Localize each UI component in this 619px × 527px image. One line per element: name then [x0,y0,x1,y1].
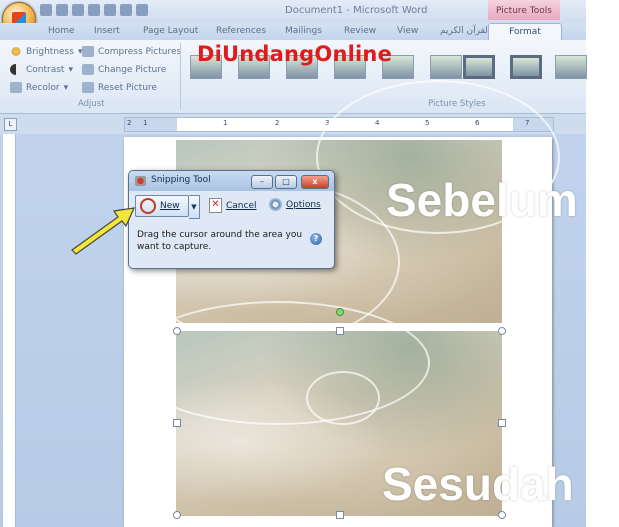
before-label: Sebelum [386,174,578,226]
new-label: New [160,201,180,211]
picture-style-9[interactable] [555,55,587,79]
new-dropdown-button[interactable]: ▼ [189,195,200,219]
window-title: Document1 - Microsoft Word [285,5,428,16]
snipping-tool-titlebar[interactable]: Snipping Tool – □ x [129,171,334,191]
picture-style-8[interactable] [510,55,542,79]
tab-view[interactable]: View [397,26,418,36]
change-picture-icon [82,64,94,75]
cancel-icon: ✕ [209,198,222,213]
tab-selector[interactable]: L [4,118,17,131]
resize-handle[interactable] [173,327,181,335]
tab-references[interactable]: References [216,26,266,36]
minimize-button[interactable]: – [251,175,273,189]
options-label: Options [286,199,321,210]
ruler-margin-left [125,118,177,131]
reset-picture-button[interactable]: Reset Picture [82,82,157,93]
chevron-down-icon: ▼ [191,203,197,211]
resize-handle[interactable] [336,327,344,335]
tab-insert[interactable]: Insert [94,26,120,36]
adjust-group-label: Adjust [78,99,105,109]
compress-pictures-button[interactable]: Compress Pictures [82,46,181,57]
tab-home[interactable]: Home [48,26,75,36]
contrast-button[interactable]: Contrast ▾ [10,64,73,75]
brightness-button[interactable]: Brightness ▾ [10,46,82,57]
resize-handle[interactable] [498,419,506,427]
picture-style-6[interactable] [430,55,462,79]
compress-icon [82,46,94,57]
shell-shape [306,371,380,425]
cancel-label: Cancel [226,200,257,211]
recolor-label: Recolor [26,82,60,93]
print-preview-icon[interactable] [104,4,116,16]
recolor-button[interactable]: Recolor ▾ [10,82,68,93]
tab-review[interactable]: Review [344,26,376,36]
brand-watermark: DiUndangOnline [197,42,393,66]
ruler-number: 1 [143,119,148,127]
ribbon-tabs: Home Insert Page Layout References Maili… [0,23,586,41]
new-snip-button[interactable]: New [135,195,189,217]
snipping-tool-icon [135,176,146,186]
gear-icon [269,198,282,211]
vertical-ruler[interactable] [3,134,16,527]
cancel-button[interactable]: ✕ Cancel [209,198,257,213]
save-icon[interactable] [40,4,52,16]
tab-page-layout[interactable]: Page Layout [143,26,198,36]
reset-picture-icon [82,82,94,93]
wave-shape [126,301,430,425]
options-button[interactable]: Options [269,198,321,211]
maximize-button[interactable]: □ [275,175,297,189]
ruler-number: 1 [223,119,228,127]
snipping-tool-title: Snipping Tool [151,175,211,185]
picture-tools-header: Picture Tools [488,0,560,20]
snipping-tool-window: Snipping Tool – □ x New ▼ ✕ Cancel Optio… [128,170,335,269]
resize-handle[interactable] [498,511,506,519]
chevron-down-icon: ▾ [68,64,73,75]
compress-label: Compress Pictures [98,46,182,57]
redo-icon[interactable] [72,4,84,16]
ruler-number: 2 [275,119,280,127]
resize-handle[interactable] [336,511,344,519]
resize-handle[interactable] [173,511,181,519]
contrast-label: Contrast [26,64,65,75]
resize-handle[interactable] [498,327,506,335]
resize-handle[interactable] [173,419,181,427]
snipping-toolbar: New ▼ ✕ Cancel Options [133,194,328,220]
open-icon[interactable] [88,4,100,16]
recolor-icon [10,82,22,93]
rotation-handle[interactable] [336,308,344,316]
brightness-label: Brightness [26,46,74,57]
ruler-number: 2 [127,119,132,127]
contrast-icon [10,64,22,75]
quick-access-toolbar [40,4,148,19]
undo-icon[interactable] [56,4,68,16]
pointer-arrow-icon [71,207,135,255]
chevron-down-icon: ▾ [63,82,69,93]
tab-quran[interactable]: القرآن الكريم [440,26,490,36]
brightness-icon [10,46,22,57]
picture-style-7[interactable] [463,55,495,79]
new-document-icon[interactable] [120,4,132,16]
spelling-icon[interactable] [136,4,148,16]
change-picture-label: Change Picture [98,64,167,75]
tab-mailings[interactable]: Mailings [285,26,322,36]
after-label: Sesudah [382,458,574,510]
help-icon[interactable]: ? [310,233,322,245]
snip-instructions: Drag the cursor around the area you want… [137,230,303,252]
scissors-icon [140,198,156,214]
tab-format[interactable]: Format [488,23,562,41]
reset-picture-label: Reset Picture [98,82,157,93]
close-button[interactable]: x [301,175,329,189]
group-divider [180,43,181,109]
change-picture-button[interactable]: Change Picture [82,64,166,75]
